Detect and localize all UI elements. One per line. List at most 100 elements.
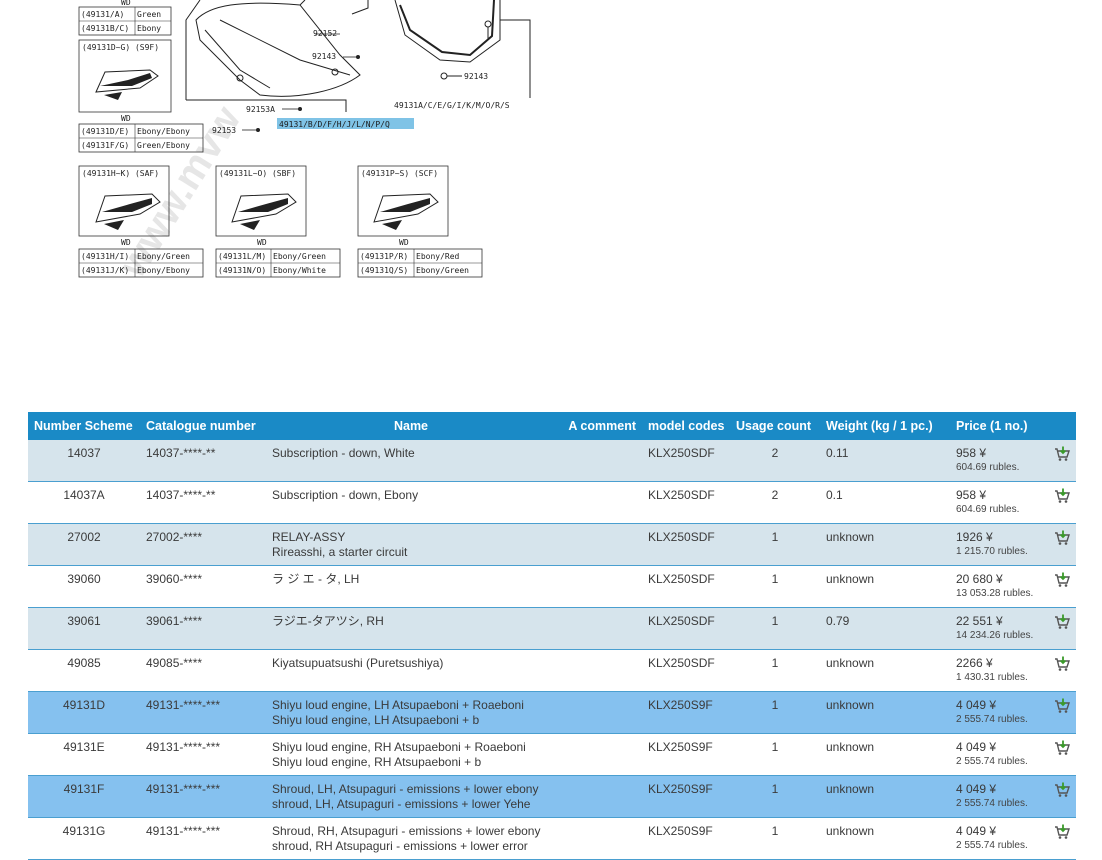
header-number-scheme[interactable]: Number Scheme: [28, 412, 140, 440]
cell-comment: [556, 649, 642, 692]
cell-model-codes: KLX250SDF: [642, 440, 730, 482]
price-yen: 958 ¥: [956, 446, 987, 460]
add-to-cart-icon[interactable]: [1054, 530, 1070, 546]
table-row[interactable]: 39060 39060-**** ラ ジ エ - タ, LH KLX250SDF…: [28, 565, 1076, 608]
name-line-2: shroud, LH, Atsupaguri - emissions + low…: [272, 797, 531, 811]
table-row[interactable]: 39061 39061-**** ラジエ-タアツシ, RH KLX250SDF …: [28, 607, 1076, 650]
cell-cart: [1048, 649, 1076, 692]
cell-cart: [1048, 691, 1076, 734]
header-model-codes[interactable]: model codes: [642, 412, 730, 440]
shroud-thumbnail: [373, 193, 439, 230]
cell-name: RELAY-ASSY Rireasshi, a starter circuit: [266, 523, 556, 566]
cell-price: 4 049 ¥ 2 555.74 rubles.: [950, 775, 1048, 818]
table-row[interactable]: 27002 27002-**** RELAY-ASSY Rireasshi, a…: [28, 523, 1076, 566]
add-to-cart-icon[interactable]: [1054, 488, 1070, 504]
cell-name: ラ ジ エ - タ, LH: [266, 565, 556, 608]
name-line-2: shroud, RH Atsupaguri - emissions + lowe…: [272, 839, 528, 853]
add-to-cart-icon[interactable]: [1054, 782, 1070, 798]
cell-name: Shroud, LH, Atsupaguri - emissions + low…: [266, 775, 556, 818]
label-color: Ebony: [137, 24, 161, 33]
cell-cart: [1048, 440, 1076, 482]
label-code: (49131/A): [81, 10, 124, 19]
name-line-1: Subscription - down, Ebony: [272, 488, 419, 502]
add-to-cart-icon[interactable]: [1054, 614, 1070, 630]
table-row[interactable]: 49131D 49131-****-*** Shiyu loud engine,…: [28, 691, 1076, 734]
top-wd-label: WD: [121, 0, 131, 7]
callout-highlighted-parts[interactable]: 49131/B/D/F/H/J/L/N/P/Q: [279, 120, 390, 129]
cell-weight: unknown: [820, 649, 950, 692]
label-code: (49131D/E): [81, 127, 129, 136]
cell-cart: [1048, 733, 1076, 776]
cell-usage-count: 1: [730, 775, 820, 818]
add-to-cart-icon[interactable]: [1054, 740, 1070, 756]
cell-weight: 0.1: [820, 481, 950, 524]
cell-number-scheme: 39060: [28, 565, 140, 608]
label-code: (49131L/M): [218, 252, 266, 261]
add-to-cart-icon[interactable]: [1054, 656, 1070, 672]
cell-weight: unknown: [820, 817, 950, 860]
table-row[interactable]: 49131F 49131-****-*** Shroud, LH, Atsupa…: [28, 775, 1076, 818]
parts-diagram: www.mvw WD (49131/A) Green (49131B/C) Eb…: [0, 0, 560, 300]
header-usage-count[interactable]: Usage count: [730, 412, 820, 440]
cell-name: Subscription - down, Ebony: [266, 481, 556, 524]
table-row[interactable]: 49131G 49131-****-*** Shroud, RH, Atsupa…: [28, 817, 1076, 860]
add-to-cart-icon[interactable]: [1054, 572, 1070, 588]
cell-price: 958 ¥ 604.69 rubles.: [950, 440, 1048, 482]
cell-cart: [1048, 481, 1076, 524]
wd-label: WD: [399, 238, 409, 247]
label-code: (49131N/O): [218, 266, 266, 275]
name-line-2: Shiyu loud engine, RH Atsupaeboni + b: [272, 755, 482, 769]
cell-comment: [556, 481, 642, 524]
cell-price: 20 680 ¥ 13 053.28 rubles.: [950, 565, 1048, 608]
add-to-cart-icon[interactable]: [1054, 698, 1070, 714]
add-to-cart-icon[interactable]: [1054, 446, 1070, 462]
cell-number-scheme: 39061: [28, 607, 140, 650]
price-rubles: 604.69 rubles.: [956, 462, 1020, 473]
table-row[interactable]: 14037A 14037-****-** Subscription - down…: [28, 481, 1076, 524]
name-line-1: Shroud, RH, Atsupaguri - emissions + low…: [272, 824, 541, 838]
cell-price: 22 551 ¥ 14 234.26 rubles.: [950, 607, 1048, 650]
cell-name: ラジエ-タアツシ, RH: [266, 607, 556, 650]
label-color: Ebony/Green: [273, 252, 326, 261]
name-line-1: Subscription - down, White: [272, 446, 415, 460]
label-color: Green: [137, 10, 161, 19]
cell-number-scheme: 49085: [28, 649, 140, 692]
cell-number-scheme: 49131E: [28, 733, 140, 776]
header-name[interactable]: Name: [266, 412, 556, 440]
label-color: Ebony/Ebony: [137, 266, 190, 275]
table-row[interactable]: 14037 14037-****-** Subscription - down,…: [28, 440, 1076, 482]
cell-catalogue-number: 49131-****-***: [140, 733, 266, 776]
cell-catalogue-number: 49131-****-***: [140, 775, 266, 818]
main-shroud-drawing-right: [351, 0, 531, 98]
cell-usage-count: 1: [730, 607, 820, 650]
cell-cart: [1048, 607, 1076, 650]
header-price[interactable]: Price (1 no.): [950, 412, 1048, 440]
label-color: Ebony/Red: [416, 252, 460, 261]
cell-name: Kiyatsupuatsushi (Puretsushiya): [266, 649, 556, 692]
header-comment[interactable]: A comment: [556, 412, 642, 440]
group-title: (49131D~G) (S9F): [82, 43, 159, 52]
callout-92143: 92143: [312, 52, 336, 61]
table-row[interactable]: 49085 49085-**** Kiyatsupuatsushi (Puret…: [28, 649, 1076, 692]
cell-price: 2266 ¥ 1 430.31 rubles.: [950, 649, 1048, 692]
cell-usage-count: 2: [730, 440, 820, 482]
price-rubles: 604.69 rubles.: [956, 504, 1020, 515]
label-code: (49131J/K): [81, 266, 129, 275]
callout-92143: 92143: [464, 72, 488, 81]
header-catalogue-number[interactable]: Catalogue number: [140, 412, 266, 440]
cell-weight: unknown: [820, 523, 950, 566]
cell-model-codes: KLX250S9F: [642, 733, 730, 776]
cell-usage-count: 1: [730, 523, 820, 566]
cell-catalogue-number: 27002-****: [140, 523, 266, 566]
cell-comment: [556, 523, 642, 566]
price-yen: 2266 ¥: [956, 656, 993, 670]
label-code: (49131P/R): [360, 252, 408, 261]
cell-weight: 0.11: [820, 440, 950, 482]
table-row[interactable]: 49131E 49131-****-*** Shiyu loud engine,…: [28, 733, 1076, 776]
add-to-cart-icon[interactable]: [1054, 824, 1070, 840]
cell-comment: [556, 607, 642, 650]
header-weight[interactable]: Weight (kg / 1 pc.): [820, 412, 950, 440]
cell-model-codes: KLX250SDF: [642, 481, 730, 524]
cell-catalogue-number: 14037-****-**: [140, 440, 266, 482]
cell-number-scheme: 49131F: [28, 775, 140, 818]
